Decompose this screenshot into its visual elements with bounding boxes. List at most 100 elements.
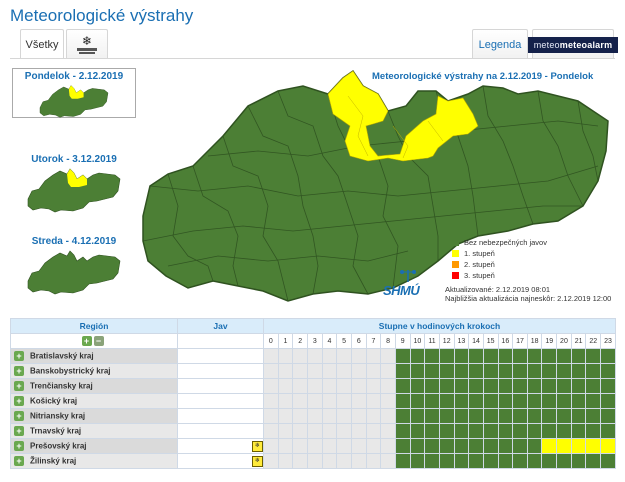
header-region: Región [10, 318, 178, 334]
table-row[interactable]: + Trenčiansky kraj [10, 378, 616, 394]
hour-cell [394, 363, 411, 379]
hour-cell [336, 378, 352, 394]
hour-cell [350, 408, 367, 424]
table-row[interactable]: + Košický kraj [10, 393, 616, 409]
expand-icon[interactable]: + [14, 351, 24, 361]
tab-meteoalarm[interactable]: meteometeoalarm [527, 29, 619, 59]
collapse-all-icon[interactable]: − [93, 336, 104, 346]
hour-cell [277, 363, 294, 379]
hour-cell [541, 378, 558, 394]
hour-cell [306, 393, 323, 409]
hour-label: 7 [365, 333, 382, 349]
table-row[interactable]: + Banskobystrický kraj [10, 363, 616, 379]
tab-legend[interactable]: Legenda [472, 29, 528, 59]
hour-cell [438, 438, 455, 454]
expand-icon[interactable]: + [14, 381, 24, 391]
thumbnail-day-2[interactable]: Utorok - 3.12.2019 [12, 152, 136, 213]
hour-cell [541, 438, 558, 454]
hour-cell [512, 408, 528, 424]
table-row[interactable]: + Trnavský kraj [10, 423, 616, 439]
hour-label: 23 [600, 333, 616, 349]
hour-cell [453, 378, 470, 394]
hour-label: 12 [438, 333, 455, 349]
region-name: Bratislavský kraj [30, 351, 94, 361]
hour-cell [438, 363, 455, 379]
hour-cell [438, 378, 455, 394]
hour-cell [526, 408, 543, 424]
hour-cell [556, 438, 572, 454]
hour-cell [468, 408, 484, 424]
hour-cell [482, 348, 499, 364]
hour-cell [600, 378, 616, 394]
hour-cell [424, 393, 440, 409]
hour-cell [556, 453, 572, 469]
legend-item: 3. stupeň [452, 270, 547, 281]
thumbnail-day-1[interactable]: Pondelok - 2.12.2019 [12, 68, 136, 118]
hour-cell [409, 438, 426, 454]
hour-cell [512, 348, 528, 364]
table-row[interactable]: + Nitriansky kraj [10, 408, 616, 424]
snow-warning-icon[interactable]: ❄ [252, 456, 263, 467]
hour-cell [497, 393, 514, 409]
table-row[interactable]: + Prešovský kraj ❄ [10, 438, 616, 454]
expand-icon[interactable]: + [14, 441, 24, 451]
hour-cell [365, 408, 382, 424]
hour-cell [321, 423, 338, 439]
jav-cell [177, 363, 264, 379]
hour-cell [409, 348, 426, 364]
hour-cell [350, 393, 367, 409]
hour-cell [468, 393, 484, 409]
hour-cell [263, 408, 279, 424]
hour-label: 21 [570, 333, 587, 349]
region-cell: + Banskobystrický kraj [10, 363, 178, 379]
region-name: Trenčiansky kraj [30, 381, 93, 391]
hour-label: 18 [526, 333, 543, 349]
tab-all[interactable]: Všetky [20, 29, 64, 59]
table-row[interactable]: + Žilinský kraj ❄ [10, 453, 616, 469]
hour-cell [600, 408, 616, 424]
hour-cell [350, 438, 367, 454]
hour-cell [585, 378, 602, 394]
hour-cell [336, 408, 352, 424]
hour-cell [380, 393, 396, 409]
thumbnail-label: Utorok - 3.12.2019 [31, 154, 117, 165]
hour-cell [277, 453, 294, 469]
snow-warning-icon[interactable]: ❄ [252, 441, 263, 452]
hour-cell [409, 378, 426, 394]
table-row[interactable]: + Bratislavský kraj [10, 348, 616, 364]
hour-cell [277, 378, 294, 394]
hours-row: + −0 1 2 3 4 5 6 7 8 9 10 11 12 13 14 15 16 17 18 19 20 21 22 23 [10, 333, 616, 349]
legend-item: 2. stupeň [452, 259, 547, 270]
expand-icon[interactable]: + [14, 426, 24, 436]
hour-cell [556, 423, 572, 439]
expand-icon[interactable]: + [14, 396, 24, 406]
hour-cell [526, 378, 543, 394]
hour-cell [600, 393, 616, 409]
expand-icon[interactable]: + [14, 456, 24, 466]
hour-cell [468, 438, 484, 454]
hour-cell [512, 453, 528, 469]
expand-icon[interactable]: + [14, 411, 24, 421]
hour-cell [468, 348, 484, 364]
hour-cell [512, 423, 528, 439]
hour-cell [556, 408, 572, 424]
hour-label: 2 [292, 333, 308, 349]
hour-label: 11 [424, 333, 440, 349]
hour-cell [409, 423, 426, 439]
hour-cell [292, 393, 308, 409]
tab-snow[interactable]: ❄ [66, 29, 108, 59]
hour-cell [570, 408, 587, 424]
hour-cell [438, 453, 455, 469]
region-name: Trnavský kraj [30, 426, 82, 436]
thumbnail-day-3[interactable]: Streda - 4.12.2019 [12, 234, 136, 295]
hour-cell [468, 423, 484, 439]
hour-cell [424, 378, 440, 394]
hour-label: 13 [453, 333, 470, 349]
thumbnail-map [27, 168, 121, 213]
jav-cell [177, 408, 264, 424]
hour-cell [424, 348, 440, 364]
hour-cell [321, 363, 338, 379]
expand-all-icon[interactable]: + [81, 336, 92, 346]
expand-icon[interactable]: + [14, 366, 24, 376]
hour-cell [600, 453, 616, 469]
